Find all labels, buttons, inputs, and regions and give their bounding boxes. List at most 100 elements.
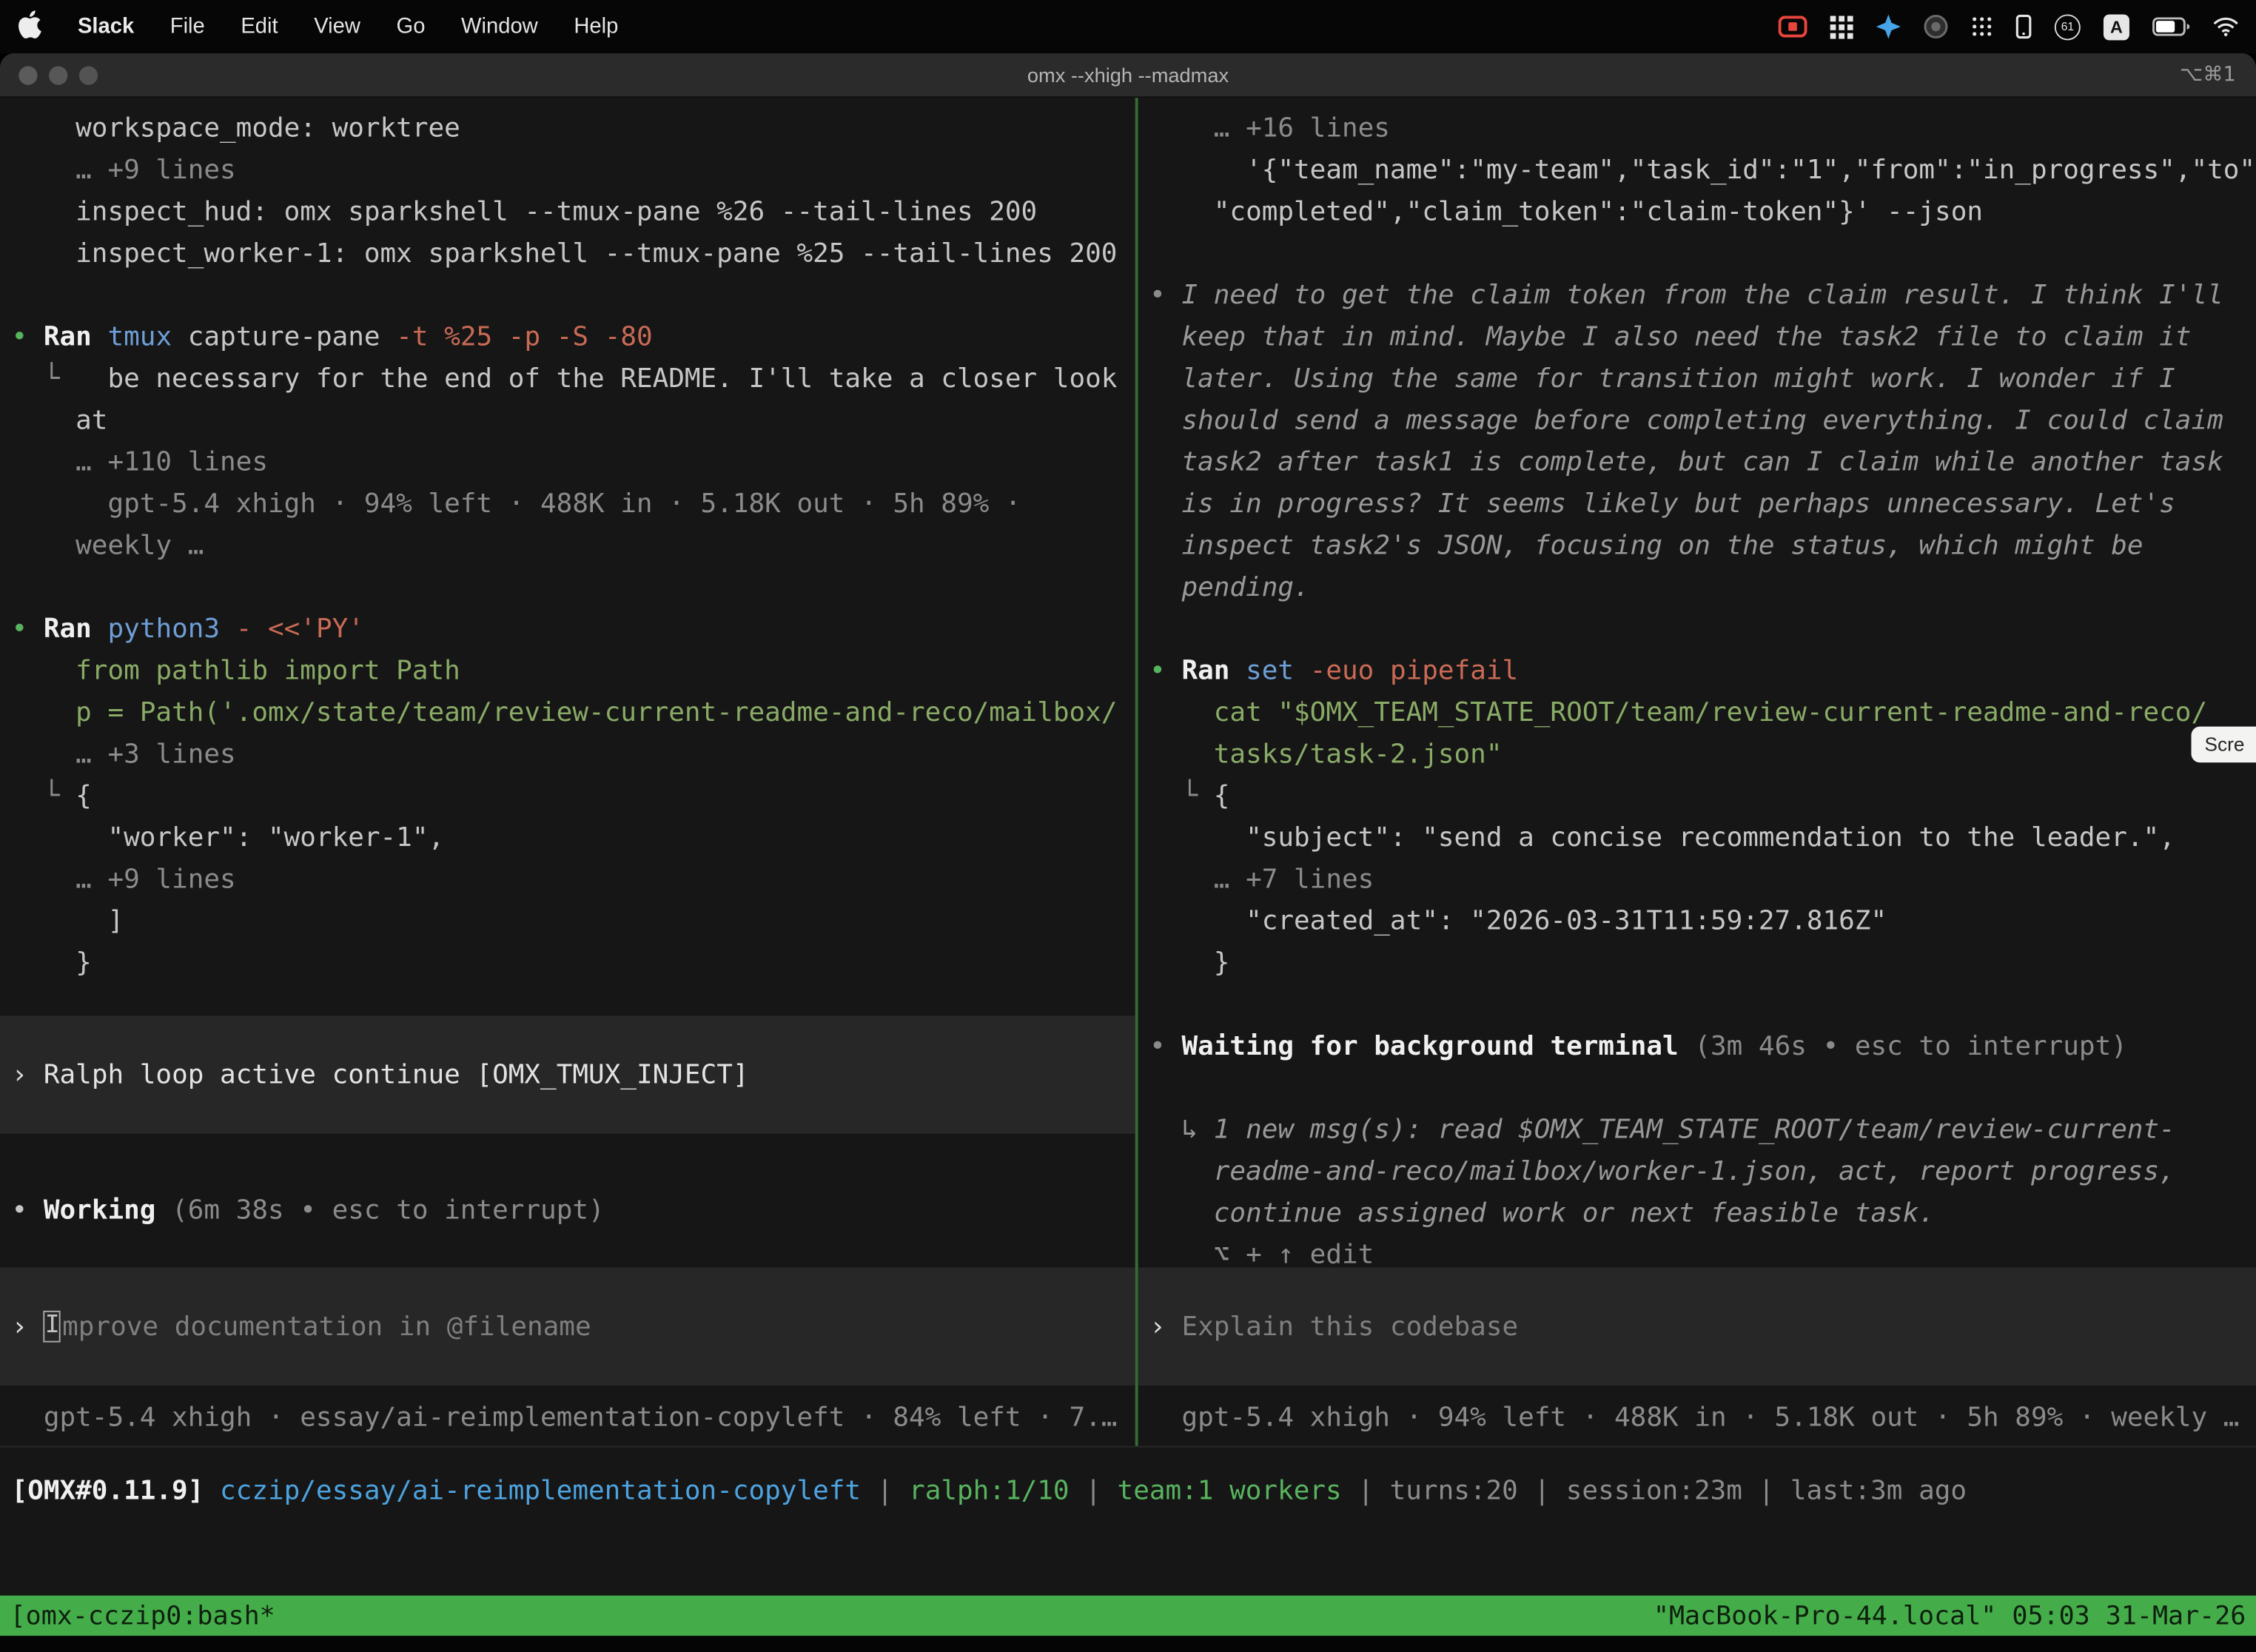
text-segment: └ [12,364,108,394]
prompt-chevron: › [12,1060,44,1090]
terminal-line: └ { [12,776,1135,817]
dots-grid-icon[interactable] [1971,16,1993,37]
text-segment: is in progress? It seems likely but perh… [1149,489,2175,520]
text-cursor: I [44,1311,61,1343]
menu-file[interactable]: File [170,14,205,38]
minimize-button[interactable] [49,66,67,84]
text-segment: from pathlib import Path [12,656,460,686]
tmux-status-bar: [omx-cczip0:bash* "MacBook-Pro-44.local"… [0,1596,2256,1636]
screen-recording-indicator-icon[interactable] [1779,16,1807,37]
terminal-line: • I need to get the claim token from the… [1149,275,2256,316]
menu-bar-status-icons: 61 A [1779,13,2239,39]
app-menu-slack[interactable]: Slack [78,14,134,38]
terminal-line: └ { [1149,776,2256,817]
working-status: • Working (6m 38s • esc to interrupt) [12,1190,1135,1232]
terminal-line: inspect_hud: omx sparkshell --tmux-pane … [12,192,1135,233]
text-segment: cczip/essay/ai-reimplementation-copyleft [220,1476,861,1506]
menu-help[interactable]: Help [574,14,618,38]
text-segment: -t %25 -p -S -80 [396,322,652,352]
terminal-line: keep that in mind. Maybe I also need the… [1149,317,2256,358]
blue-app-icon[interactable] [1876,14,1901,38]
text-segment: be necessary for the end of the README. … [107,364,1117,394]
left-pane[interactable]: workspace_mode: worktree … +9 lines insp… [0,98,1135,1446]
text-segment: readme-and-reco/mailbox/worker-1.json, a… [1149,1157,2175,1187]
terminal-line: readme-and-reco/mailbox/worker-1.json, a… [1149,1151,2256,1192]
right-pane-transcript: … +16 lines '{"team_name":"my-team","tas… [1138,98,2256,1276]
text-segment: • [12,1195,44,1226]
terminal-line: • Ran python3 - <<'PY' [12,608,1135,650]
terminal-line: • Waiting for background terminal (3m 46… [1149,1026,2256,1067]
text-segment: '{"team_name":"my-team","task_id":"1","f… [1149,155,2256,186]
terminal-line: p = Path('.omx/state/team/review-current… [12,692,1135,733]
text-segment: I need to get the claim token from the c… [1181,281,2223,311]
composer-placeholder: mprove documentation in @filename [62,1312,591,1342]
text-segment: p = Path('.omx/state/team/review-current… [12,698,1118,728]
menu-edit[interactable]: Edit [241,14,278,38]
text-segment: | turns:20 | session:23m | last:3m ago [1342,1476,1967,1506]
terminal-line: • Ran tmux capture-pane -t %25 -p -S -80 [12,317,1135,358]
terminal-line: inspect task2's JSON, focusing on the st… [1149,526,2256,567]
terminal-line: gpt-5.4 xhigh · 94% left · 488K in · 5.1… [12,483,1135,525]
menu-bar-left: Slack File Edit View Go Window Help [17,10,618,44]
right-pane[interactable]: … +16 lines '{"team_name":"my-team","tas… [1138,98,2256,1446]
inject-banner-text: Ralph loop active continue [OMX_TMUX_INJ… [44,1060,749,1090]
inject-banner: › Ralph loop active continue [OMX_TMUX_I… [0,1015,1135,1133]
composer-input-right[interactable]: › Explain this codebase [1138,1268,2256,1386]
text-segment: } [1149,948,1229,978]
text-segment: … +16 lines [1149,114,1390,144]
terminal-line [1149,984,2256,1026]
menu-window[interactable]: Window [461,14,538,38]
window-title: omx --xhigh --madmax [0,53,2256,98]
text-segment: ↳ 1 new msg(s): read $OMX_TEAM_STATE_ROO… [1149,1115,2175,1146]
prompt-chevron: › [12,1312,44,1342]
composer-input-left[interactable]: › Improve documentation in @filename [0,1268,1135,1386]
model-status-right: gpt-5.4 xhigh · 94% left · 488K in · 5.1… [1149,1397,2256,1439]
text-segment: continue assigned work or next feasible … [1149,1198,1935,1229]
terminal-line: } [12,942,1135,984]
menu-view[interactable]: View [314,14,360,38]
wifi-icon[interactable] [2213,16,2239,36]
text-segment: tasks/task-2.json" [1149,739,1502,770]
text-segment: └ [1149,782,1214,812]
text-segment: inspect_hud: omx sparkshell --tmux-pane … [12,197,1038,227]
text-segment: Ran [44,614,108,645]
zoom-button[interactable] [79,66,98,84]
terminal-line: inspect_worker-1: omx sparkshell --tmux-… [12,233,1135,275]
terminal-line: … +16 lines [1149,108,2256,150]
terminal-line [12,275,1135,316]
battery-percent-icon[interactable]: 61 [2055,13,2081,39]
terminal-line [1149,1067,2256,1109]
text-segment: • [1149,281,1181,311]
grid-icon[interactable] [1830,15,1853,38]
text-segment: - <<'PY' [236,614,364,645]
text-segment: set [1246,656,1310,686]
terminal-window: omx --xhigh --madmax ⌥⌘1 workspace_mode:… [0,53,2256,1652]
text-segment: … +9 lines [12,155,236,186]
terminal-line: from pathlib import Path [12,651,1135,692]
menu-go[interactable]: Go [397,14,426,38]
close-button[interactable] [19,66,37,84]
battery-icon[interactable] [2152,17,2190,36]
dark-app-icon[interactable] [1924,14,1948,38]
device-icon[interactable] [2015,14,2031,38]
terminal-line: '{"team_name":"my-team","task_id":"1","f… [1149,150,2256,191]
terminal-line: pending. [1149,567,2256,608]
menu-bar: Slack File Edit View Go Window Help [0,0,2256,53]
text-segment: inspect task2's JSON, focusing on the st… [1149,531,2143,561]
text-segment: gpt-5.4 xhigh · 94% left · 488K in · 5.1… [12,489,1021,520]
terminal-line: cat "$OMX_TEAM_STATE_ROOT/team/review-cu… [1149,692,2256,733]
traffic-lights [19,66,98,84]
text-segment: | [861,1476,909,1506]
terminal-line: task2 after task1 is complete, but can I… [1149,442,2256,483]
window-titlebar[interactable]: omx --xhigh --madmax ⌥⌘1 [0,53,2256,98]
text-segment: team:1 workers [1118,1476,1342,1506]
text-segment: task2 after task1 is complete, but can I… [1149,448,2223,478]
apple-menu-icon[interactable] [17,10,41,44]
text-segment: -euo pipefail [1310,656,1518,686]
text-segment: • [12,614,44,645]
terminal-line: } [1149,942,2256,984]
input-source-icon[interactable]: A [2104,13,2129,39]
text-segment: … +7 lines [1149,864,1374,895]
text-segment: python3 [107,614,235,645]
text-segment: ] [12,907,124,937]
